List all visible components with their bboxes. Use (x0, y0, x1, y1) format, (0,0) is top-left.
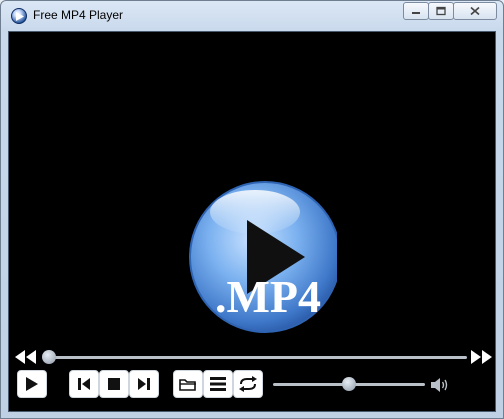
playlist-button[interactable] (203, 370, 233, 398)
maximize-button[interactable] (428, 2, 454, 20)
mp4-logo-text: .MP4 (215, 271, 322, 322)
maximize-icon (436, 6, 446, 16)
minimize-icon (412, 12, 420, 14)
stop-button[interactable] (99, 370, 129, 398)
speaker-icon[interactable] (430, 376, 450, 394)
seek-bar-row (9, 346, 495, 368)
minimize-button[interactable] (403, 2, 429, 20)
open-file-button[interactable] (173, 370, 203, 398)
window-title: Free MP4 Player (33, 8, 124, 22)
stop-icon (108, 378, 120, 390)
play-icon (26, 377, 38, 391)
video-display[interactable]: .MP4 (9, 32, 495, 344)
volume-thumb[interactable] (342, 377, 356, 391)
title-bar[interactable]: Free MP4 Player (1, 1, 503, 31)
repeat-icon (239, 376, 257, 392)
rewind-icon[interactable] (15, 350, 37, 364)
skip-previous-icon (78, 378, 90, 390)
play-button[interactable] (17, 370, 47, 398)
skip-next-icon (138, 378, 150, 390)
player-window: Free MP4 Player .MP4 (0, 0, 504, 419)
fast-forward-icon[interactable] (471, 350, 493, 364)
folder-icon (179, 379, 196, 391)
control-bar (9, 370, 495, 410)
close-button[interactable] (453, 2, 497, 20)
list-icon (210, 377, 226, 391)
player-client-area: .MP4 (8, 31, 496, 412)
previous-button[interactable] (69, 370, 99, 398)
close-icon (470, 6, 480, 16)
app-icon[interactable] (11, 8, 27, 24)
seek-thumb[interactable] (42, 350, 56, 364)
window-controls (403, 2, 497, 22)
next-button[interactable] (129, 370, 159, 398)
seek-slider[interactable] (49, 356, 467, 359)
repeat-button[interactable] (233, 370, 263, 398)
